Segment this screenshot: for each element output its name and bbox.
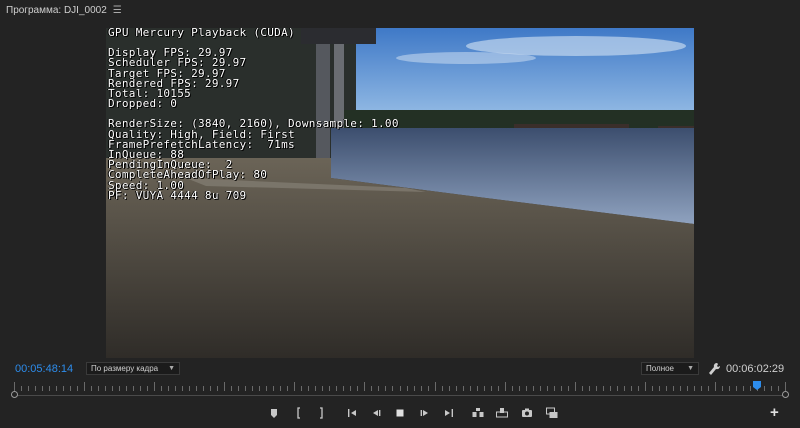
export-frame-button[interactable] (520, 406, 534, 420)
transport-controls (0, 404, 800, 422)
wrench-icon[interactable] (708, 362, 721, 376)
plus-icon[interactable]: + (770, 404, 779, 421)
zoom-scroll-handle-right[interactable] (782, 391, 789, 398)
overwrite-icon (496, 408, 508, 418)
step-back-icon (373, 410, 381, 416)
playhead-marker[interactable] (752, 381, 761, 390)
go-to-in-icon (348, 409, 356, 417)
panel-title[interactable]: Программа: DJI_0002 (6, 5, 107, 16)
timecode-row: 00:05:48:14 По размеру кадра ▼ Полное ▼ … (0, 360, 800, 380)
comparison-view-icon (546, 407, 558, 418)
mark-out-icon (320, 407, 323, 419)
step-forward-icon (420, 410, 428, 416)
playback-resolution-select[interactable]: Полное ▼ (641, 362, 699, 375)
playback-resolution-value: Полное (646, 364, 675, 373)
camera-icon (522, 408, 532, 417)
zoom-level-select[interactable]: По размеру кадра ▼ (86, 362, 180, 375)
mark-in-button[interactable] (292, 406, 306, 420)
overlay-stat: Dropped: 0 (108, 97, 178, 111)
overwrite-button[interactable] (495, 406, 509, 420)
chevron-down-icon: ▼ (168, 365, 175, 372)
overlay-header: GPU Mercury Playback (CUDA) (108, 28, 295, 39)
go-to-out-icon (445, 409, 453, 417)
step-back-button[interactable] (369, 406, 383, 420)
time-ruler[interactable] (14, 382, 786, 391)
mark-in-icon (297, 407, 300, 419)
add-marker-button[interactable] (267, 406, 281, 420)
hamburger-icon[interactable]: ☰ (113, 5, 122, 16)
insert-icon (472, 408, 484, 417)
chevron-down-icon: ▼ (687, 365, 694, 372)
playback-stats-overlay: GPU Mercury Playback (CUDA) Display FPS:… (108, 28, 399, 201)
program-monitor-video[interactable]: GPU Mercury Playback (CUDA) Display FPS:… (106, 28, 694, 358)
zoom-level-value: По размеру кадра (91, 364, 159, 373)
go-to-in-button[interactable] (345, 406, 359, 420)
current-timecode[interactable]: 00:05:48:14 (15, 363, 73, 375)
panel-header: Программа: DJI_0002 ☰ (0, 0, 800, 20)
step-forward-button[interactable] (418, 406, 432, 420)
zoom-scroll-handle-left[interactable] (11, 391, 18, 398)
overlay-detail: PF: VUYA 4444 8u 709 (108, 188, 247, 202)
stop-icon (396, 409, 404, 417)
marker-icon (271, 409, 277, 418)
stop-button[interactable] (393, 406, 407, 420)
go-to-out-button[interactable] (442, 406, 456, 420)
zoom-scroll-track[interactable] (14, 395, 786, 396)
mark-out-button[interactable] (314, 406, 328, 420)
duration-timecode: 00:06:02:29 (726, 363, 785, 375)
comparison-view-button[interactable] (545, 406, 559, 420)
insert-button[interactable] (471, 406, 485, 420)
